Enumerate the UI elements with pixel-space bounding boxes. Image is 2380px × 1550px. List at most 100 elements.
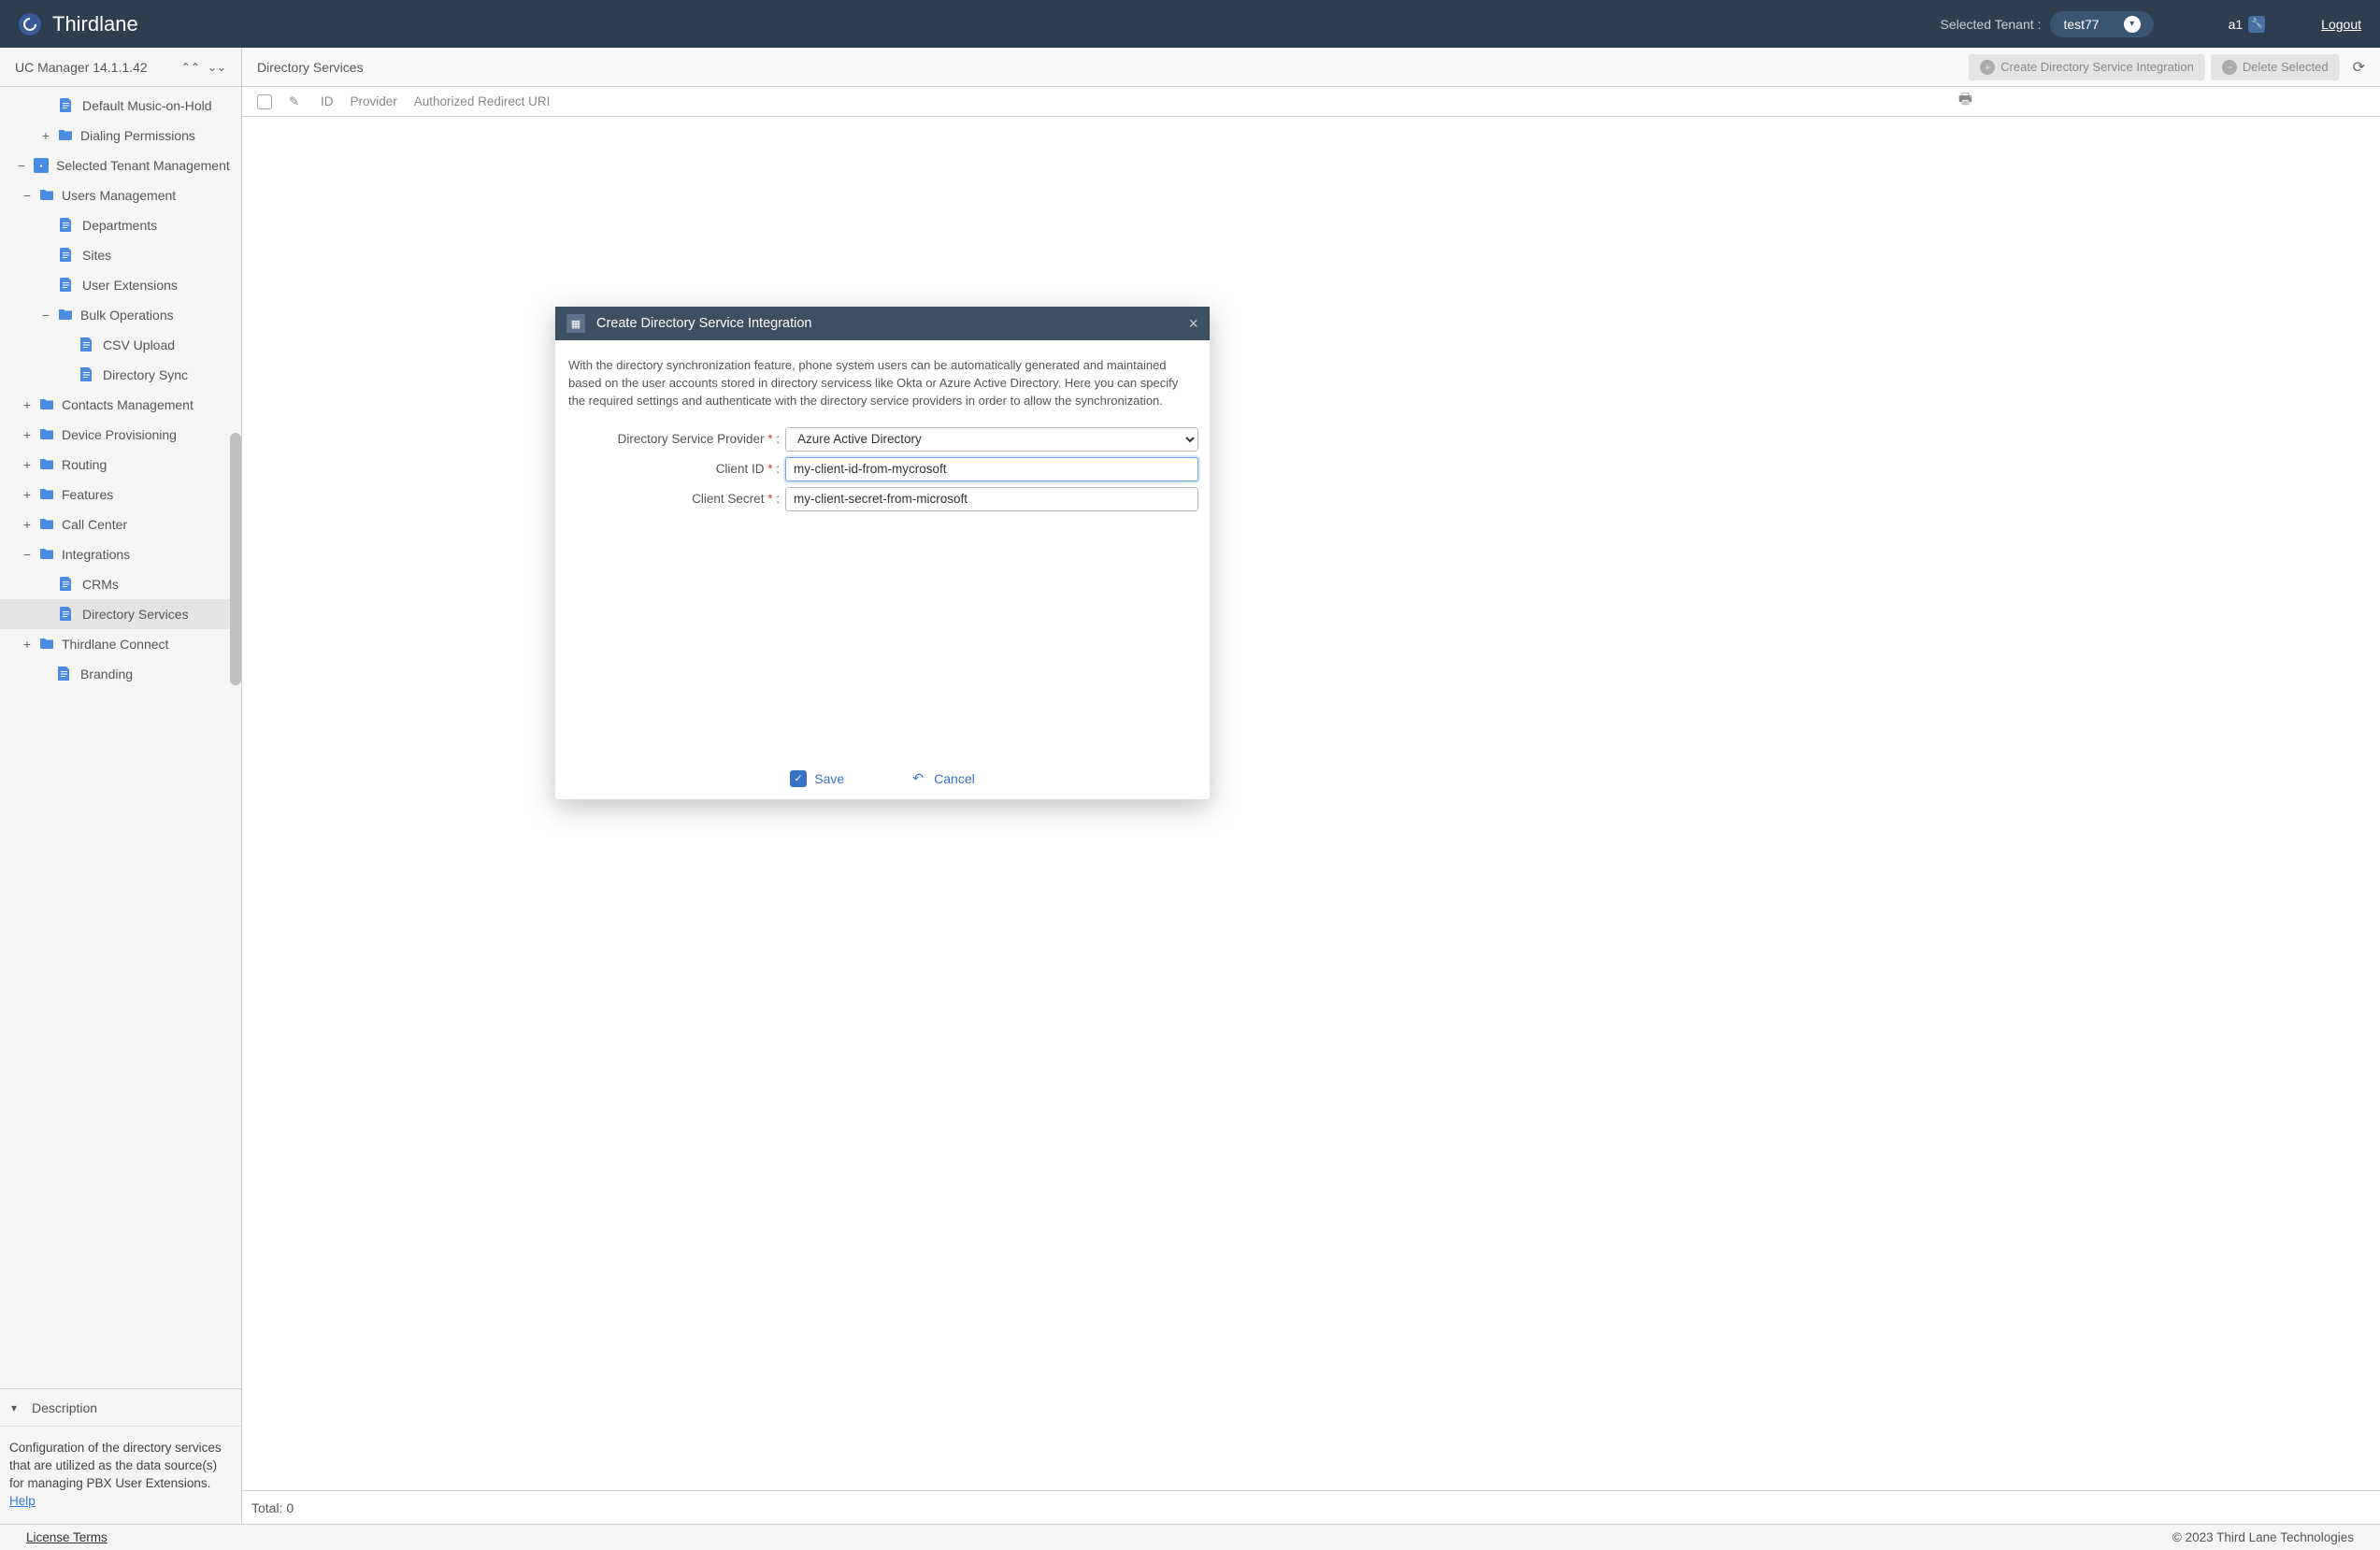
page-icon	[58, 667, 73, 682]
tree-toggle-icon[interactable]: +	[21, 427, 34, 442]
folder-icon	[39, 637, 54, 652]
folder-icon	[39, 547, 54, 562]
nav-label: Features	[62, 487, 113, 502]
modal-footer: ✓ Save ↶ Cancel	[555, 758, 1210, 799]
nav-item-features[interactable]: + Features	[0, 480, 241, 509]
collapse-all-icon[interactable]: ⌃⌃	[181, 62, 200, 73]
nav-item-crms[interactable]: CRMs	[0, 569, 241, 599]
nav-label: Thirdlane Connect	[62, 637, 168, 652]
chevron-down-icon: ▾	[2124, 16, 2141, 33]
main-content: Directory Services + Create Directory Se…	[242, 48, 2380, 1524]
sidebar: UC Manager 14.1.1.42 ⌃⌃ ⌄⌄ Default Music…	[0, 48, 242, 1524]
page-title: Directory Services	[257, 60, 364, 75]
undo-icon: ↶	[910, 770, 926, 787]
print-icon[interactable]: 🖶	[1958, 89, 1972, 114]
nav-label: Integrations	[62, 547, 130, 562]
nav-item-selected-tenant-management[interactable]: −▪Selected Tenant Management	[0, 151, 241, 180]
tenant-label: Selected Tenant :	[1941, 17, 2042, 32]
modal-header: ▦ Create Directory Service Integration ×	[555, 307, 1210, 340]
nav-item-branding[interactable]: Branding	[0, 659, 241, 689]
client-id-input[interactable]	[785, 457, 1198, 481]
save-button[interactable]: ✓ Save	[790, 770, 844, 787]
edit-column-icon: ✎	[289, 94, 304, 109]
nav-label: CSV Upload	[103, 337, 175, 352]
nav-item-directory-services[interactable]: Directory Services	[0, 599, 241, 629]
nav-item-sites[interactable]: Sites	[0, 240, 241, 270]
folder-icon	[58, 128, 73, 143]
tree-toggle-icon[interactable]: −	[21, 547, 34, 562]
tree-toggle-icon[interactable]: −	[39, 308, 52, 323]
client-secret-input[interactable]	[785, 487, 1198, 511]
nav-item-departments[interactable]: Departments	[0, 210, 241, 240]
nav-item-thirdlane-connect[interactable]: + Thirdlane Connect	[0, 629, 241, 659]
nav-item-routing[interactable]: +Routing	[0, 450, 241, 480]
nav-item-user-extensions[interactable]: User Extensions	[0, 270, 241, 300]
folder-icon	[39, 457, 54, 472]
page-icon	[60, 248, 75, 263]
col-id[interactable]: ID	[321, 94, 334, 108]
user-wrench-icon[interactable]: 🔧	[2248, 16, 2265, 33]
total-count: Total: 0	[251, 1500, 294, 1515]
page-icon	[60, 278, 75, 293]
nav-item-directory-sync[interactable]: Directory Sync	[0, 360, 241, 390]
tree-toggle-icon[interactable]: +	[21, 637, 34, 652]
folder-icon	[39, 427, 54, 442]
tree-toggle-icon[interactable]: +	[21, 457, 34, 472]
logout-link[interactable]: Logout	[2321, 17, 2361, 32]
description-header[interactable]: ▾ Description	[0, 1389, 241, 1427]
nav-item-dialing-permissions[interactable]: +Dialing Permissions	[0, 121, 241, 151]
delete-selected-button[interactable]: − Delete Selected	[2211, 54, 2340, 80]
close-icon[interactable]: ×	[1188, 314, 1198, 334]
brand-name: Thirdlane	[52, 12, 138, 36]
create-integration-modal: ▦ Create Directory Service Integration ×…	[555, 307, 1210, 799]
nav-item-default-music-on-hold[interactable]: Default Music-on-Hold	[0, 91, 241, 121]
tree-toggle-icon[interactable]: −	[15, 158, 28, 173]
select-all-checkbox[interactable]	[257, 94, 272, 109]
nav-item-bulk-operations[interactable]: −Bulk Operations	[0, 300, 241, 330]
expand-all-icon[interactable]: ⌄⌄	[208, 62, 226, 73]
provider-select[interactable]: Azure Active Directory	[785, 427, 1198, 452]
tenant-selector[interactable]: test77 ▾	[2050, 11, 2153, 37]
content-toolbar: Directory Services + Create Directory Se…	[242, 48, 2380, 87]
tree-toggle-icon[interactable]: +	[21, 517, 34, 532]
nav-item-integrations[interactable]: − Integrations	[0, 539, 241, 569]
tree-toggle-icon[interactable]: +	[39, 128, 52, 143]
nav-label: Contacts Management	[62, 397, 194, 412]
tree-toggle-icon[interactable]: +	[21, 397, 34, 412]
nav-item-csv-upload[interactable]: CSV Upload	[0, 330, 241, 360]
nav-item-device-provisioning[interactable]: +Device Provisioning	[0, 420, 241, 450]
page-icon	[60, 98, 75, 113]
tree-toggle-icon[interactable]: +	[21, 487, 34, 502]
nav-item-contacts-management[interactable]: + Contacts Management	[0, 390, 241, 420]
create-integration-button[interactable]: + Create Directory Service Integration	[1969, 54, 2205, 80]
folder-icon	[39, 188, 54, 203]
nav-tree: Default Music-on-Hold+Dialing Permission…	[0, 87, 241, 1388]
folder-icon	[39, 487, 54, 502]
footer: License Terms © 2023 Third Lane Technolo…	[0, 1524, 2380, 1550]
folder-icon	[39, 517, 54, 532]
scrollbar[interactable]	[230, 433, 241, 685]
client-id-label: Client ID	[716, 462, 765, 476]
total-bar: Total: 0	[242, 1490, 2380, 1524]
create-button-label: Create Directory Service Integration	[2000, 60, 2194, 74]
page-icon	[60, 218, 75, 233]
current-user: a1	[2229, 17, 2244, 32]
nav-label: User Extensions	[82, 278, 178, 293]
col-uri[interactable]: Authorized Redirect URI	[414, 94, 1942, 108]
nav-label: CRMs	[82, 577, 119, 592]
help-link[interactable]: Help	[9, 1494, 36, 1508]
cancel-button[interactable]: ↶ Cancel	[910, 770, 975, 787]
nav-item-users-management[interactable]: −Users Management	[0, 180, 241, 210]
page-icon	[60, 607, 75, 622]
brand-logo-icon	[19, 13, 41, 36]
nav-item-call-center[interactable]: +Call Center	[0, 509, 241, 539]
license-link[interactable]: License Terms	[26, 1530, 108, 1544]
refresh-icon[interactable]: ⟳	[2353, 58, 2365, 77]
description-panel: ▾ Description Configuration of the direc…	[0, 1388, 241, 1524]
table-header: ✎ ID Provider Authorized Redirect URI 🖶	[242, 87, 2380, 117]
sidebar-title: UC Manager 14.1.1.42	[15, 60, 181, 75]
minus-icon: −	[2222, 60, 2237, 75]
provider-label: Directory Service Provider	[618, 432, 765, 446]
tree-toggle-icon[interactable]: −	[21, 188, 34, 203]
col-provider[interactable]: Provider	[351, 94, 397, 108]
